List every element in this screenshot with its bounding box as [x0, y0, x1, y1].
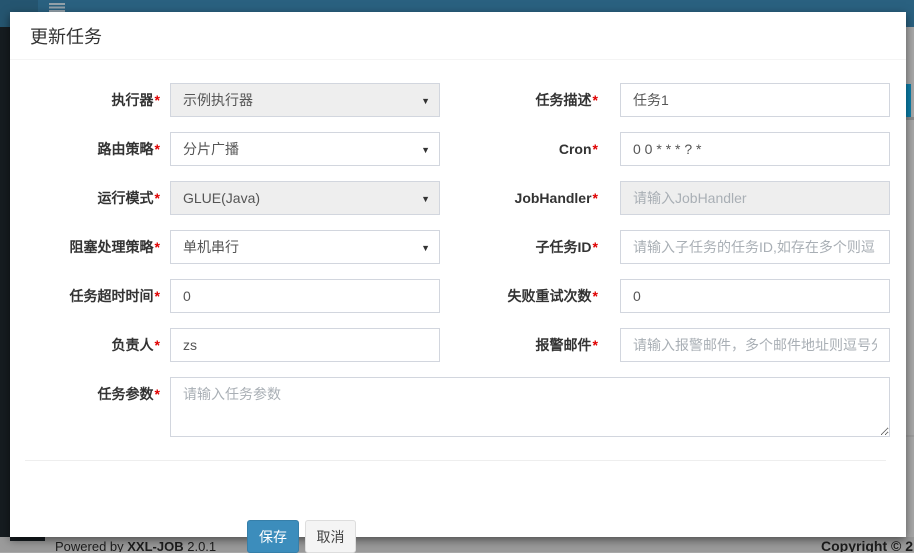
jobhandler-label: JobHandler* — [448, 181, 598, 215]
sidebar-edge — [0, 27, 10, 541]
sidebar-toggle-button[interactable] — [48, 2, 66, 12]
footer-version: 2.0.1 — [184, 539, 217, 552]
block-strategy-select[interactable]: 单机串行▼ — [170, 230, 440, 264]
executor-label: 执行器* — [10, 83, 160, 117]
job-desc-input[interactable] — [620, 83, 890, 117]
required-asterisk: * — [593, 92, 598, 108]
required-asterisk: * — [155, 386, 160, 402]
job-params-textarea[interactable] — [170, 377, 890, 437]
modal-title: 更新任务 — [30, 23, 102, 49]
required-asterisk: * — [155, 92, 160, 108]
required-asterisk: * — [155, 288, 160, 304]
required-asterisk: * — [593, 239, 598, 255]
dimmed-page-fragment — [906, 84, 911, 117]
fail-retry-input[interactable] — [620, 279, 890, 313]
child-jobid-input[interactable] — [620, 230, 890, 264]
app-footer: Powered by XXL-JOB 2.0.1 Copyright © 2 — [0, 537, 914, 552]
executor-select[interactable]: 示例执行器▼ — [170, 83, 440, 117]
footer-copyright: Copyright © 2 — [821, 538, 913, 552]
glue-type-select[interactable]: GLUE(Java)▼ — [170, 181, 440, 215]
update-job-modal: 更新任务 执行器* 示例执行器▼ 任务描述* 路由策略* 分片广播▼ Cron*… — [10, 12, 906, 537]
job-desc-label: 任务描述* — [448, 83, 598, 117]
glue-type-label: 运行模式* — [10, 181, 160, 215]
cancel-button[interactable]: 取消 — [305, 520, 356, 553]
owner-input[interactable] — [170, 328, 440, 362]
dimmed-page-divider — [906, 435, 914, 437]
alarm-email-label: 报警邮件* — [448, 328, 598, 362]
footer-powered-text: Powered by — [55, 539, 127, 552]
form-divider — [25, 460, 886, 461]
fail-retry-label: 失败重试次数* — [448, 279, 598, 313]
dimmed-page-divider — [906, 117, 914, 120]
caret-down-icon: ▼ — [421, 182, 430, 215]
caret-down-icon: ▼ — [421, 231, 430, 264]
child-jobid-label: 子任务ID* — [448, 230, 598, 264]
modal-header: 更新任务 — [10, 12, 906, 60]
footer-brand: XXL-JOB — [127, 539, 183, 552]
required-asterisk: * — [593, 288, 598, 304]
block-strategy-label: 阻塞处理策略* — [10, 230, 160, 264]
page-scrollbar[interactable] — [906, 27, 914, 552]
required-asterisk: * — [155, 141, 160, 157]
required-asterisk: * — [593, 190, 598, 206]
job-params-label: 任务参数* — [10, 377, 160, 411]
timeout-label: 任务超时时间* — [10, 279, 160, 313]
jobhandler-input[interactable] — [620, 181, 890, 215]
owner-label: 负责人* — [10, 328, 160, 362]
route-strategy-label: 路由策略* — [10, 132, 160, 166]
required-asterisk: * — [593, 141, 598, 157]
alarm-email-input[interactable] — [620, 328, 890, 362]
required-asterisk: * — [593, 337, 598, 353]
required-asterisk: * — [155, 190, 160, 206]
timeout-input[interactable] — [170, 279, 440, 313]
sidebar-edge-bottom — [10, 537, 45, 541]
cron-label: Cron* — [448, 132, 598, 166]
cron-input[interactable] — [620, 132, 890, 166]
route-strategy-select[interactable]: 分片广播▼ — [170, 132, 440, 166]
modal-body: 执行器* 示例执行器▼ 任务描述* 路由策略* 分片广播▼ Cron* 运行模式… — [10, 61, 906, 537]
hamburger-icon — [49, 3, 65, 12]
required-asterisk: * — [155, 337, 160, 353]
caret-down-icon: ▼ — [421, 84, 430, 117]
required-asterisk: * — [155, 239, 160, 255]
save-button[interactable]: 保存 — [247, 520, 299, 553]
footer-powered-by: Powered by XXL-JOB 2.0.1 — [55, 539, 216, 552]
caret-down-icon: ▼ — [421, 133, 430, 166]
